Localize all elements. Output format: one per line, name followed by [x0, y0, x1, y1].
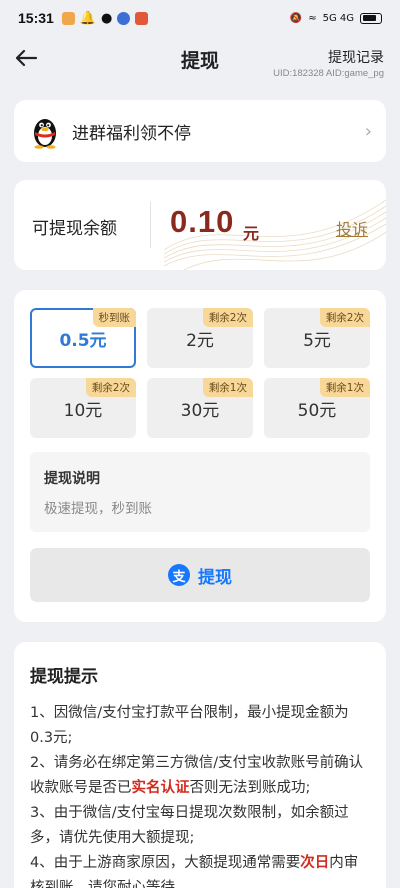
tip-text: 3、由于微信/支付宝每日提现次数限制，如余额过多，请优先使用大额提现; — [30, 805, 349, 846]
header: 提现 提现记录 UID:182328 AID:game_pg — [0, 36, 400, 82]
balance-card: 可提现余额 0.10 元 投诉 — [14, 180, 386, 270]
chevron-right-icon: › — [364, 120, 372, 142]
tip-item: 2、请务必在绑定第三方微信/支付宝收款账号前确认收款账号是否已实名认证否则无法到… — [30, 751, 370, 801]
balance-amount: 0.10 — [170, 204, 235, 239]
amount-option-50[interactable]: 50元 剩余1次 — [264, 378, 370, 438]
withdraw-record-link[interactable]: 提现记录 — [328, 47, 384, 67]
status-right: 🔕 ≈ 5G 4G — [289, 12, 382, 24]
balance-unit: 元 — [243, 224, 260, 243]
amount-option-10[interactable]: 10元 剩余2次 — [30, 378, 136, 438]
tip-text: 1、因微信/支付宝打款平台限制，最小提现金额为0.3元; — [30, 705, 349, 746]
divider — [150, 202, 151, 248]
option-amount: 30元 — [180, 400, 220, 421]
withdraw-description: 提现说明 极速提现，秒到账 — [30, 452, 370, 532]
withdraw-button-label: 提现 — [198, 567, 232, 588]
option-tag: 剩余2次 — [85, 378, 136, 397]
withdraw-options-card: 0.5元 秒到账 2元 剩余2次 5元 剩余2次 10元 剩余2次 30元 剩余… — [14, 290, 386, 622]
description-title: 提现说明 — [44, 471, 100, 487]
amount-option-5[interactable]: 5元 剩余2次 — [264, 308, 370, 368]
signal-text: 5G 4G — [322, 12, 354, 24]
status-bar: 15:31 🔔 ● 🔕 ≈ 5G 4G — [0, 0, 400, 36]
option-tag: 剩余1次 — [202, 378, 253, 397]
tip-highlight: 次日 — [300, 855, 330, 871]
option-tag: 剩余1次 — [319, 378, 370, 397]
tip-item: 1、因微信/支付宝打款平台限制，最小提现金额为0.3元; — [30, 701, 370, 751]
amount-option-2[interactable]: 2元 剩余2次 — [147, 308, 253, 368]
option-amount: 5元 — [303, 330, 331, 351]
mute-icon: 🔕 — [289, 12, 303, 24]
option-tag: 秒到账 — [92, 308, 136, 327]
battery-icon — [360, 12, 382, 24]
tip-item: 3、由于微信/支付宝每日提现次数限制，如余额过多，请优先使用大额提现; — [30, 801, 370, 851]
balance-label: 可提现余额 — [32, 219, 117, 239]
withdraw-tips-card: 提现提示 1、因微信/支付宝打款平台限制，最小提现金额为0.3元; 2、请务必在… — [14, 642, 386, 888]
option-amount: 2元 — [186, 330, 214, 351]
shield-icon — [117, 11, 131, 25]
tips-title: 提现提示 — [30, 667, 98, 687]
option-tag: 剩余2次 — [202, 308, 253, 327]
complain-link[interactable]: 投诉 — [336, 216, 368, 240]
withdraw-button[interactable]: 支 提现 — [30, 548, 370, 602]
group-label: 进群福利领不停 — [72, 123, 191, 144]
qq-penguin-icon — [34, 119, 56, 149]
group-banner[interactable]: 进群福利领不停 › — [14, 100, 386, 162]
amount-option-30[interactable]: 30元 剩余1次 — [147, 378, 253, 438]
tip-highlight: 实名认证 — [131, 780, 190, 796]
tip-text: 4、由于上游商家原因，大额提现通常需要 — [30, 855, 301, 871]
option-amount: 10元 — [63, 400, 103, 421]
status-time: 15:31 — [18, 10, 54, 26]
option-amount: 0.5元 — [59, 330, 107, 351]
app-icon — [135, 11, 149, 25]
bell-icon: 🔔 — [79, 10, 96, 26]
amount-option-0-5[interactable]: 0.5元 秒到账 — [30, 308, 136, 368]
description-text: 极速提现，秒到账 — [44, 501, 152, 517]
wifi-icon: ≈ — [308, 12, 317, 24]
option-amount: 50元 — [297, 400, 337, 421]
option-tag: 剩余2次 — [319, 308, 370, 327]
app-notification-icon — [61, 11, 75, 25]
alipay-icon: 支 — [168, 564, 190, 586]
chat-icon: ● — [101, 10, 113, 26]
tip-item: 4、由于上游商家原因，大额提现通常需要次日内审核到账，请您耐心等待。 — [30, 851, 370, 888]
tip-text: 否则无法到账成功; — [189, 780, 311, 796]
uid-label: UID:182328 AID:game_pg — [273, 68, 384, 79]
